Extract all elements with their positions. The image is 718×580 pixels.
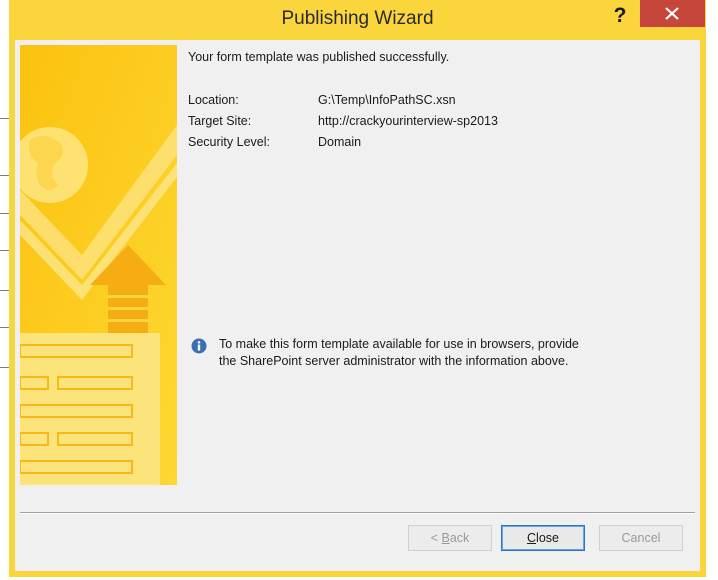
browser-note: To make this form template available for… (219, 336, 639, 370)
detail-value: http://crackyourinterview-sp2013 (318, 114, 498, 128)
detail-value: G:\Temp\InfoPathSC.xsn (318, 93, 456, 107)
detail-label: Location: (188, 93, 239, 107)
help-button[interactable]: ? (599, 2, 641, 30)
detail-value: Domain (318, 135, 362, 149)
browser-note-line: the SharePoint server administrator with… (219, 354, 569, 368)
success-message: Your form template was published success… (188, 50, 450, 64)
back-button[interactable]: < Back (408, 525, 492, 551)
detail-label: Security Level: (188, 135, 270, 149)
detail-label: Target Site: (188, 114, 252, 128)
dialog-body: Your form template was published success… (15, 40, 700, 571)
browser-note-line: To make this form template available for… (219, 337, 579, 351)
info-icon (191, 338, 207, 354)
wizard-banner-image (20, 45, 177, 485)
cancel-button[interactable]: Cancel (599, 525, 683, 551)
close-button[interactable]: Close (501, 525, 585, 551)
close-icon (665, 7, 679, 20)
close-window-button[interactable] (640, 0, 705, 27)
publishing-wizard-dialog: Publishing Wizard ? Your form template w… (9, 0, 706, 577)
title-bar[interactable]: Publishing Wizard ? (9, 0, 706, 40)
